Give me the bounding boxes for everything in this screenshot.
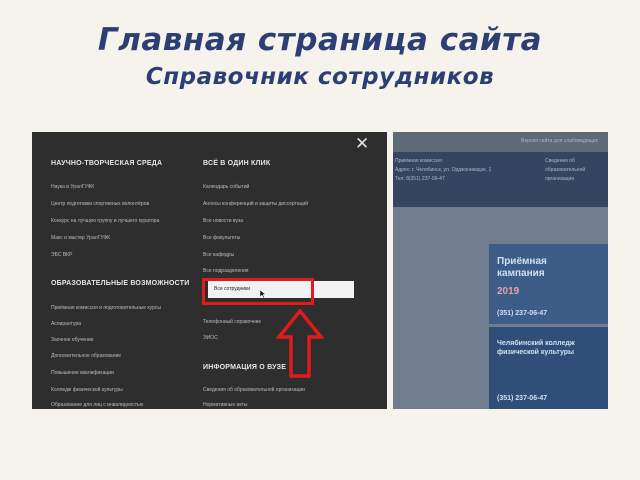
menu-item[interactable]: Аспирантура xyxy=(51,321,81,327)
info-text: организации xyxy=(545,176,575,182)
info-text: Тел: 8(351) 237-06-47 xyxy=(395,176,445,182)
menu-item[interactable]: Все кафедры xyxy=(203,252,234,258)
slide-title: Главная страница сайта xyxy=(97,22,543,58)
site-background: Версия сайта для слабовидящих Приёмная к… xyxy=(393,132,608,409)
menu-item[interactable]: Макс и мастер УралГУФК xyxy=(51,235,110,241)
menu-item[interactable]: Приёмная комиссия и подготовительные кур… xyxy=(51,305,161,311)
menu-item[interactable]: Сведения об образовательной организации xyxy=(203,387,305,393)
menu-item[interactable]: Центр подготовки спортивных волонтёров xyxy=(51,201,149,207)
menu-item[interactable]: Все новости вуза xyxy=(203,218,243,224)
info-text: Адрес: г. Челябинск, ул. Орджоникидзе, 1 xyxy=(395,167,492,173)
menu-item[interactable]: Повышение квалификации xyxy=(51,370,114,376)
menu-item[interactable]: Конкурс на лучшую группу и лучшего курат… xyxy=(51,218,159,224)
menu-item[interactable]: Все факультеты xyxy=(203,235,240,241)
menu-item[interactable]: Все подразделения xyxy=(203,268,248,274)
info-text: образовательной xyxy=(545,167,586,173)
admission-banner[interactable]: Приёмная кампания 2019 (351) 237-06-47 xyxy=(489,244,608,324)
menu-item[interactable]: Образование для лиц с инвалидностью xyxy=(51,402,143,408)
section-heading: НАУЧНО-ТВОРЧЕСКАЯ СРЕДА xyxy=(51,160,163,167)
menu-item[interactable]: Дополнительное образование xyxy=(51,353,121,359)
close-icon[interactable]: ✕ xyxy=(355,134,369,154)
menu-item[interactable]: ЭБС ВКР xyxy=(51,252,72,258)
menu-item[interactable]: Заочное обучение xyxy=(51,337,94,343)
accessibility-link[interactable]: Версия сайта для слабовидящих xyxy=(521,138,598,144)
menu-item[interactable]: Нормативные акты xyxy=(203,402,247,408)
info-text: Сведения об xyxy=(545,158,575,164)
section-heading: ВСЁ В ОДИН КЛИК xyxy=(203,160,271,167)
menu-item[interactable]: Анонсы конференций и защиты диссертаций xyxy=(203,201,308,207)
navigation-menu: НАУЧНО-ТВОРЧЕСКАЯ СРЕДА Наука в УралГУФК… xyxy=(32,132,387,409)
banner-title: Челябинский колледж физической культуры xyxy=(497,340,575,356)
arrow-up-icon xyxy=(276,309,324,378)
site-top-bar: Версия сайта для слабовидящих xyxy=(393,132,608,152)
college-banner[interactable]: Челябинский колледж физической культуры … xyxy=(489,327,608,409)
menu-item[interactable]: Наука в УралГУФК xyxy=(51,184,94,190)
slide-subtitle: Справочник сотрудников xyxy=(145,64,495,90)
section-heading: ИНФОРМАЦИЯ О ВУЗЕ xyxy=(203,364,287,371)
banner-title: Приёмная кампания xyxy=(497,256,547,279)
section-heading: ОБРАЗОВАТЕЛЬНЫЕ ВОЗМОЖНОСТИ xyxy=(51,280,190,287)
highlight-frame xyxy=(202,278,314,305)
info-text: Приёмная комиссия xyxy=(395,158,442,164)
menu-item[interactable]: Телефонный справочник xyxy=(203,319,261,325)
menu-item[interactable]: Колледж физической культуры xyxy=(51,387,123,393)
banner-year: 2019 xyxy=(497,286,520,297)
banner-phone: (351) 237-06-47 xyxy=(497,395,548,402)
site-info-bar: Приёмная комиссия Адрес: г. Челябинск, у… xyxy=(393,152,608,207)
menu-item[interactable]: Календарь событий xyxy=(203,184,249,190)
banner-phone: (351) 237-06-47 xyxy=(497,310,548,317)
menu-item[interactable]: ЭИОС xyxy=(203,335,218,341)
